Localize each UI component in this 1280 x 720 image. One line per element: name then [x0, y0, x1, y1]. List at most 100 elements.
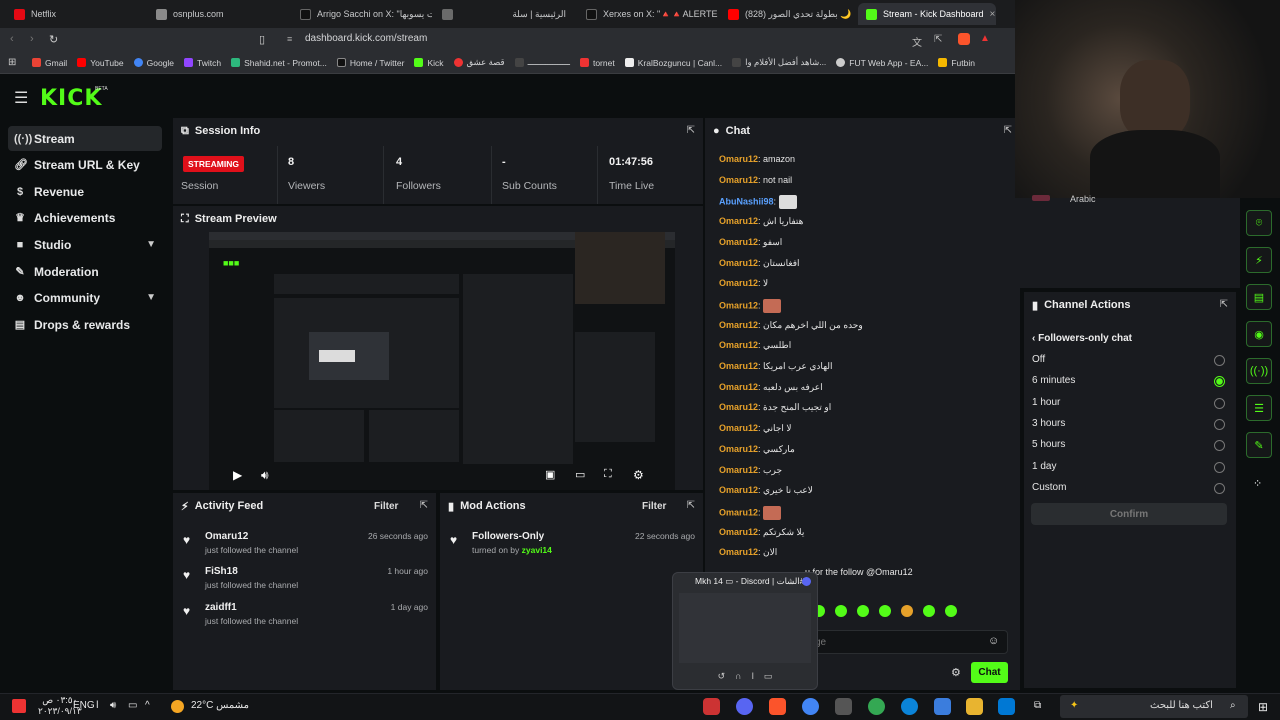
rail-list-icon[interactable]: ☰ [1246, 395, 1272, 421]
microphone-icon[interactable]: ǀ [96, 700, 99, 711]
translate-icon[interactable]: 文 [912, 34, 922, 49]
followers-only-option[interactable]: 6 minutes [1032, 375, 1075, 386]
rail-wrench-icon[interactable]: ✎ [1246, 432, 1272, 458]
sidebar-item-stream-url-key[interactable]: 🔗︎ Stream URL & Key [8, 152, 162, 177]
site-info-icon[interactable]: ≡ [287, 34, 292, 44]
notification-icon[interactable] [12, 699, 26, 713]
theater-icon[interactable]: ▭ [575, 468, 585, 481]
followers-only-option[interactable]: 1 day [1032, 461, 1056, 472]
chat-username[interactable]: Omaru12 [719, 527, 758, 537]
sidebar-item-achievements[interactable]: ♛ Achievements [8, 205, 162, 230]
followers-only-option[interactable]: 3 hours [1032, 418, 1065, 429]
outlook-icon[interactable] [998, 698, 1015, 715]
brave-icon[interactable] [769, 698, 786, 715]
chat-username[interactable]: Omaru12 [719, 175, 758, 185]
mod-filter-button[interactable]: Filter [642, 501, 666, 512]
discord-icon[interactable] [736, 698, 753, 715]
headphones-icon[interactable]: ∩ [735, 671, 741, 685]
chat-username[interactable]: AbuNashii98 [719, 197, 774, 207]
bookmark-google[interactable]: Google [133, 58, 174, 68]
popout-icon[interactable]: ⇱ [1004, 125, 1012, 136]
radio-button[interactable] [1214, 418, 1225, 430]
emote-icon[interactable] [901, 605, 913, 617]
chat-send-button[interactable]: Chat [971, 662, 1008, 683]
chat-username[interactable]: Omaru12 [719, 237, 758, 247]
pip-icon[interactable]: ▣ [545, 468, 555, 481]
emote-icon[interactable] [857, 605, 869, 617]
taskbar-app-icon[interactable] [835, 698, 852, 715]
chat-username[interactable]: Omaru12 [719, 402, 758, 412]
chat-username[interactable]: Omaru12 [719, 485, 758, 495]
bookmark-qissat-ishq[interactable]: قصة عشق [453, 57, 505, 68]
apps-grid-icon[interactable]: ⊞ [8, 57, 16, 68]
moderator-name[interactable]: zyavi14 [522, 545, 552, 555]
rail-bolt-icon[interactable]: ⚡︎ [1246, 247, 1272, 273]
sidebar-item-drops-rewards[interactable]: ▤ Drops & rewards [8, 312, 162, 337]
chevron-down-icon[interactable]: ▼ [146, 239, 156, 250]
popout-icon[interactable]: ⇱ [687, 125, 695, 136]
chrome-icon[interactable] [868, 698, 885, 715]
chat-username[interactable]: Omaru12 [719, 507, 758, 517]
brave-shield-icon[interactable] [958, 33, 970, 45]
tab-youtube[interactable]: (828) بطولة تحدي الصور 🌙× [720, 3, 855, 25]
emote-icon[interactable] [923, 605, 935, 617]
close-icon[interactable]: × [990, 9, 996, 20]
chrome-icon[interactable] [802, 698, 819, 715]
kick-logo[interactable]: KICK [40, 86, 102, 111]
followers-only-option[interactable]: Off [1032, 354, 1045, 365]
bookmark-twitter[interactable]: Home / Twitter [336, 58, 404, 68]
sidebar-item-community[interactable]: ☻ Community ▼ [8, 285, 162, 310]
chat-username[interactable]: Omaru12 [719, 216, 758, 226]
bookmark-youtube[interactable]: YouTube [77, 58, 124, 68]
bookmark-futbin[interactable]: Futbin [938, 58, 975, 68]
popout-icon[interactable]: ⇱ [687, 500, 695, 511]
network-icon[interactable]: ▭ [128, 700, 137, 711]
bookmark-movies[interactable]: شاهد أفضل الأفلام وا... [732, 57, 826, 68]
radio-button[interactable] [1214, 376, 1225, 388]
back-icon[interactable]: ‹ [10, 33, 14, 45]
confirm-button[interactable]: Confirm [1031, 503, 1227, 525]
radio-button[interactable] [1214, 482, 1225, 494]
folder-icon[interactable] [966, 698, 983, 715]
rewards-icon[interactable]: ▲ [980, 33, 990, 44]
mute-icon[interactable]: ↺ [718, 671, 726, 685]
language-indicator[interactable]: ENG [73, 700, 95, 711]
rail-broadcast-icon[interactable]: ((·)) [1246, 358, 1272, 384]
sidebar-item-studio[interactable]: ■ Studio ▼ [8, 232, 162, 257]
bookmark-fut-web-app[interactable]: FUT Web App - EA... [836, 58, 928, 68]
tab-osnplus[interactable]: osnplus.com [148, 3, 286, 25]
emoji-icon[interactable]: ☺ [988, 635, 999, 647]
bookmark-twitch[interactable]: Twitch [184, 58, 221, 68]
bookmark-gmail[interactable]: Gmail [32, 58, 67, 68]
edge-icon[interactable] [901, 698, 918, 715]
bookmark-icon[interactable]: ▯ [259, 33, 265, 46]
screen-icon[interactable]: ▭ [764, 671, 773, 685]
store-icon[interactable] [934, 698, 951, 715]
reload-icon[interactable]: ↻ [49, 33, 58, 46]
radio-button[interactable] [1214, 440, 1225, 452]
sidebar-item-stream[interactable]: ((·)) Stream [8, 126, 162, 151]
chat-username[interactable]: Omaru12 [719, 465, 758, 475]
sidebar-item-moderation[interactable]: ✎ Moderation [8, 259, 162, 284]
settings-gear-icon[interactable]: ⚙ [633, 468, 644, 482]
emote-icon[interactable] [835, 605, 847, 617]
followers-only-back-button[interactable]: ‹ Followers-only chat [1032, 333, 1132, 344]
discord-taskbar-preview[interactable]: Mkh 14 ▭ - Discord | الشات# ↺ ∩ ǀ ▭ [672, 572, 818, 690]
chat-username[interactable]: Omaru12 [719, 382, 758, 392]
follower-name[interactable]: zaidff1 [205, 602, 237, 613]
tab-arrigo[interactable]: Arrigo Sacchi on X: "بولات يسوبها ..." [292, 3, 432, 25]
share-icon[interactable]: ⇱ [934, 34, 942, 45]
task-view-icon[interactable]: ⧉ [1034, 700, 1041, 711]
chevron-up-icon[interactable]: ^ [145, 700, 150, 711]
chat-username[interactable]: Omaru12 [719, 154, 758, 164]
sidebar-item-revenue[interactable]: $ Revenue [8, 179, 162, 204]
chat-username[interactable]: Omaru12 [719, 444, 758, 454]
tab-netflix[interactable]: Netflix [6, 3, 141, 25]
tab-xerxes[interactable]: Xerxes on X: "🔺🔺ALERTE DU [578, 3, 718, 25]
rail-chat-icon[interactable]: ◉ [1246, 321, 1272, 347]
bookmark-tornet[interactable]: tornet [579, 58, 615, 68]
taskbar-app-icon[interactable] [703, 698, 720, 715]
emote-icon[interactable] [945, 605, 957, 617]
popout-icon[interactable]: ⇱ [1220, 299, 1228, 310]
windows-start-icon[interactable]: ⊞ [1258, 700, 1268, 714]
